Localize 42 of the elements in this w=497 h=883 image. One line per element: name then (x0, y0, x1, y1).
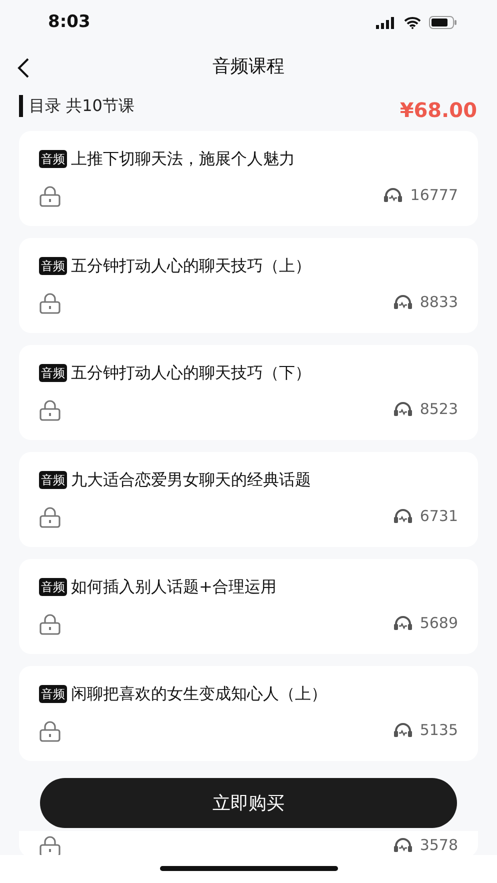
lesson-card[interactable]: 音频 闲聊把喜欢的女生变成知心人（上） 5135 (19, 666, 478, 761)
play-count: 16777 (410, 184, 458, 206)
course-price: ¥68.00 (400, 97, 477, 124)
play-count: 5135 (420, 720, 458, 741)
play-count: 5689 (420, 612, 458, 634)
audio-tag: 音频 (39, 578, 67, 596)
audio-tag: 音频 (39, 364, 67, 382)
lesson-card[interactable]: 音频 上推下切聊天法，施展个人魅力 16777 (19, 131, 478, 226)
lesson-card[interactable]: 音频 如何插入别人话题+合理运用 5689 (19, 559, 478, 654)
buy-now-button[interactable]: 立即购买 (40, 778, 457, 828)
audio-tag: 音频 (39, 257, 67, 275)
lesson-title: 五分钟打动人心的聊天技巧（下） (71, 362, 311, 384)
audio-tag: 音频 (39, 685, 67, 703)
lesson-title: 闲聊把喜欢的女生变成知心人（上） (71, 683, 327, 705)
headphones-icon (394, 723, 412, 737)
headphones-icon (394, 402, 412, 416)
audio-tag: 音频 (39, 150, 67, 168)
headphones-icon (394, 838, 412, 852)
lesson-title: 上推下切聊天法，施展个人魅力 (71, 148, 295, 170)
lesson-card[interactable]: 音频 五分钟打动人心的聊天技巧（下） 8523 (19, 345, 478, 440)
lesson-title: 九大适合恋爱男女聊天的经典话题 (71, 469, 311, 491)
play-count: 3578 (420, 834, 458, 856)
back-icon (16, 56, 30, 79)
headphones-icon (394, 509, 412, 523)
battery-icon (429, 16, 457, 29)
play-count: 8833 (420, 292, 458, 313)
lesson-title: 五分钟打动人心的聊天技巧（上） (71, 255, 311, 277)
status-time: 8:03 (48, 10, 90, 34)
headphones-icon (384, 188, 402, 202)
lesson-title: 如何插入别人话题+合理运用 (71, 576, 276, 598)
audio-tag: 音频 (39, 471, 67, 489)
wifi-icon (404, 16, 421, 28)
play-count: 6731 (420, 506, 458, 527)
lesson-card[interactable]: 音频 九大适合恋爱男女聊天的经典话题 6731 (19, 452, 478, 547)
page-title: 音频课程 (212, 54, 284, 78)
headphones-icon (394, 295, 412, 309)
play-count: 8523 (420, 398, 458, 420)
lesson-card[interactable]: 3578 (19, 831, 478, 857)
catalog-label: 目录 共10节课 (19, 95, 134, 117)
signal-icon (376, 16, 396, 28)
lesson-card[interactable]: 音频 五分钟打动人心的聊天技巧（上） 8833 (19, 238, 478, 333)
headphones-icon (394, 616, 412, 630)
